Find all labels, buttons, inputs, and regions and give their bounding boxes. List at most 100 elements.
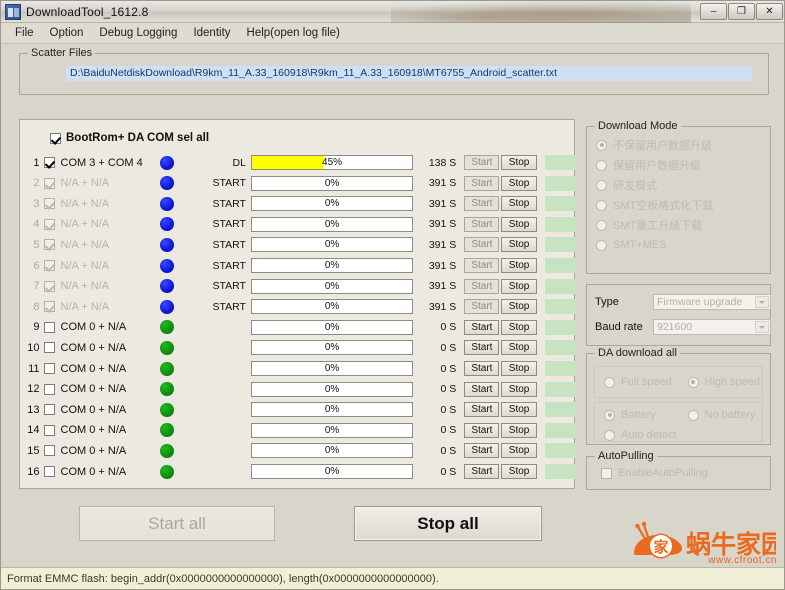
- row-stop-button[interactable]: Stop: [501, 278, 537, 294]
- menu-item-file[interactable]: File: [7, 25, 42, 41]
- logo-url: www.cfroot.cn: [708, 555, 777, 566]
- download-mode-option[interactable]: SMT空板格式化下载: [587, 195, 770, 215]
- row-status-box: [544, 175, 576, 191]
- row-elapsed-time: 391 S: [428, 259, 457, 272]
- radio-button[interactable]: [596, 179, 607, 191]
- da-battery-option[interactable]: No battery: [679, 405, 763, 425]
- row-stop-button[interactable]: Stop: [501, 361, 537, 376]
- row-enable-checkbox[interactable]: [43, 445, 55, 457]
- download-mode-option[interactable]: SMT重工升级下载: [587, 215, 770, 235]
- device-row: 4 N/A + N/A START 0% 391 S Start Stop: [20, 215, 576, 234]
- row-stop-button[interactable]: Stop: [501, 175, 537, 191]
- enable-autopulling-row[interactable]: EnableAutoPulling: [601, 467, 708, 479]
- row-start-button[interactable]: Start: [464, 361, 500, 376]
- row-elapsed-time: 0 S: [440, 444, 457, 457]
- row-stop-button[interactable]: Stop: [501, 196, 537, 212]
- row-stop-button[interactable]: Stop: [501, 237, 537, 253]
- download-mode-option[interactable]: 保留用户数据升级: [587, 155, 770, 175]
- row-stop-button[interactable]: Stop: [501, 340, 537, 356]
- row-start-button[interactable]: Start: [464, 381, 500, 397]
- radio-button[interactable]: [604, 429, 615, 441]
- row-enable-checkbox[interactable]: [43, 301, 55, 313]
- row-status-box: [544, 196, 576, 212]
- row-start-button[interactable]: Start: [464, 422, 500, 438]
- baud-rate-select[interactable]: 921600: [653, 319, 771, 335]
- row-status-box: [544, 155, 576, 170]
- radio-button[interactable]: [687, 376, 699, 388]
- da-speed-option[interactable]: High speed: [679, 372, 763, 392]
- download-mode-option[interactable]: 不保留用户数据升级: [587, 135, 770, 155]
- row-start-button[interactable]: Start: [464, 443, 500, 459]
- row-stop-button[interactable]: Stop: [501, 319, 537, 335]
- row-index: 10: [27, 341, 40, 354]
- row-enable-checkbox[interactable]: [43, 321, 55, 333]
- row-index: 1: [33, 156, 40, 169]
- row-enable-checkbox[interactable]: [43, 466, 55, 477]
- row-start-button[interactable]: Start: [464, 319, 500, 335]
- row-stop-button[interactable]: Stop: [501, 402, 537, 418]
- row-enable-checkbox[interactable]: [43, 383, 55, 395]
- maximize-button[interactable]: ❐: [728, 3, 755, 20]
- row-progress-bar: 0%: [250, 237, 414, 253]
- row-enable-checkbox[interactable]: [43, 342, 55, 354]
- row-start-button: Start: [464, 196, 500, 212]
- row-index: 7: [33, 280, 40, 293]
- row-stop-button[interactable]: Stop: [501, 422, 537, 438]
- row-stop-button[interactable]: Stop: [501, 155, 537, 170]
- menu-item-debug-logging[interactable]: Debug Logging: [91, 25, 185, 41]
- row-stop-button[interactable]: Stop: [501, 216, 537, 232]
- row-status-box: [544, 340, 576, 356]
- row-start-button[interactable]: Start: [464, 402, 500, 418]
- row-enable-checkbox[interactable]: [43, 260, 55, 271]
- row-stop-button[interactable]: Stop: [501, 299, 537, 315]
- menu-item-option[interactable]: Option: [42, 25, 92, 41]
- download-mode-option[interactable]: 研发模式: [587, 175, 770, 195]
- row-elapsed-time: 391 S: [428, 177, 457, 190]
- row-stop-button[interactable]: Stop: [501, 464, 537, 479]
- minimize-button[interactable]: –: [700, 3, 727, 20]
- select-all-row[interactable]: BootRom+ DA COM sel all: [50, 132, 209, 144]
- start-all-button[interactable]: Start all: [79, 506, 275, 541]
- da-battery-box: Battery No battery Auto detect: [594, 402, 763, 442]
- row-port-label: N/A + N/A: [60, 177, 110, 190]
- radio-button[interactable]: [596, 199, 607, 211]
- select-all-checkbox[interactable]: [50, 132, 61, 144]
- row-stop-button[interactable]: Stop: [501, 443, 537, 459]
- row-enable-checkbox[interactable]: [43, 157, 55, 168]
- radio-button[interactable]: [604, 409, 615, 421]
- da-battery-option[interactable]: Auto detect: [595, 425, 762, 445]
- da-speed-option[interactable]: Full speed: [595, 372, 679, 392]
- row-progress-bar: 0%: [250, 216, 414, 232]
- row-start-button: Start: [464, 299, 500, 315]
- radio-button[interactable]: [687, 409, 699, 421]
- close-button[interactable]: ✕: [756, 3, 783, 20]
- radio-button[interactable]: [596, 239, 607, 251]
- row-start-button[interactable]: Start: [464, 340, 500, 356]
- radio-button[interactable]: [596, 159, 607, 171]
- row-status-box: [544, 237, 576, 253]
- row-enable-checkbox[interactable]: [43, 198, 55, 210]
- da-battery-option[interactable]: Battery: [595, 405, 679, 425]
- radio-button[interactable]: [596, 219, 607, 231]
- menu-item-identity[interactable]: Identity: [185, 25, 238, 41]
- menu-item-help-open-log-file[interactable]: Help(open log file): [239, 25, 348, 41]
- row-elapsed-time: 0 S: [440, 383, 457, 396]
- row-enable-checkbox[interactable]: [43, 363, 55, 374]
- radio-button[interactable]: [604, 376, 615, 388]
- row-enable-checkbox[interactable]: [43, 218, 55, 230]
- row-stop-button[interactable]: Stop: [501, 381, 537, 397]
- download-mode-option[interactable]: SMT+MES: [587, 235, 770, 255]
- row-enable-checkbox[interactable]: [43, 424, 55, 436]
- stop-all-button[interactable]: Stop all: [354, 506, 542, 541]
- type-select[interactable]: Firmware upgrade: [653, 294, 771, 310]
- row-enable-checkbox[interactable]: [43, 280, 55, 292]
- scatter-file-path[interactable]: D:\BaiduNetdiskDownload\R9km_11_A.33_160…: [66, 66, 752, 81]
- progress-percent: 0%: [324, 383, 340, 395]
- radio-button[interactable]: [596, 139, 607, 151]
- enable-autopulling-checkbox[interactable]: [601, 467, 612, 479]
- row-enable-checkbox[interactable]: [43, 239, 55, 251]
- row-enable-checkbox[interactable]: [43, 404, 55, 416]
- row-stop-button[interactable]: Stop: [501, 258, 537, 273]
- row-enable-checkbox[interactable]: [43, 177, 55, 189]
- row-start-button[interactable]: Start: [464, 464, 500, 479]
